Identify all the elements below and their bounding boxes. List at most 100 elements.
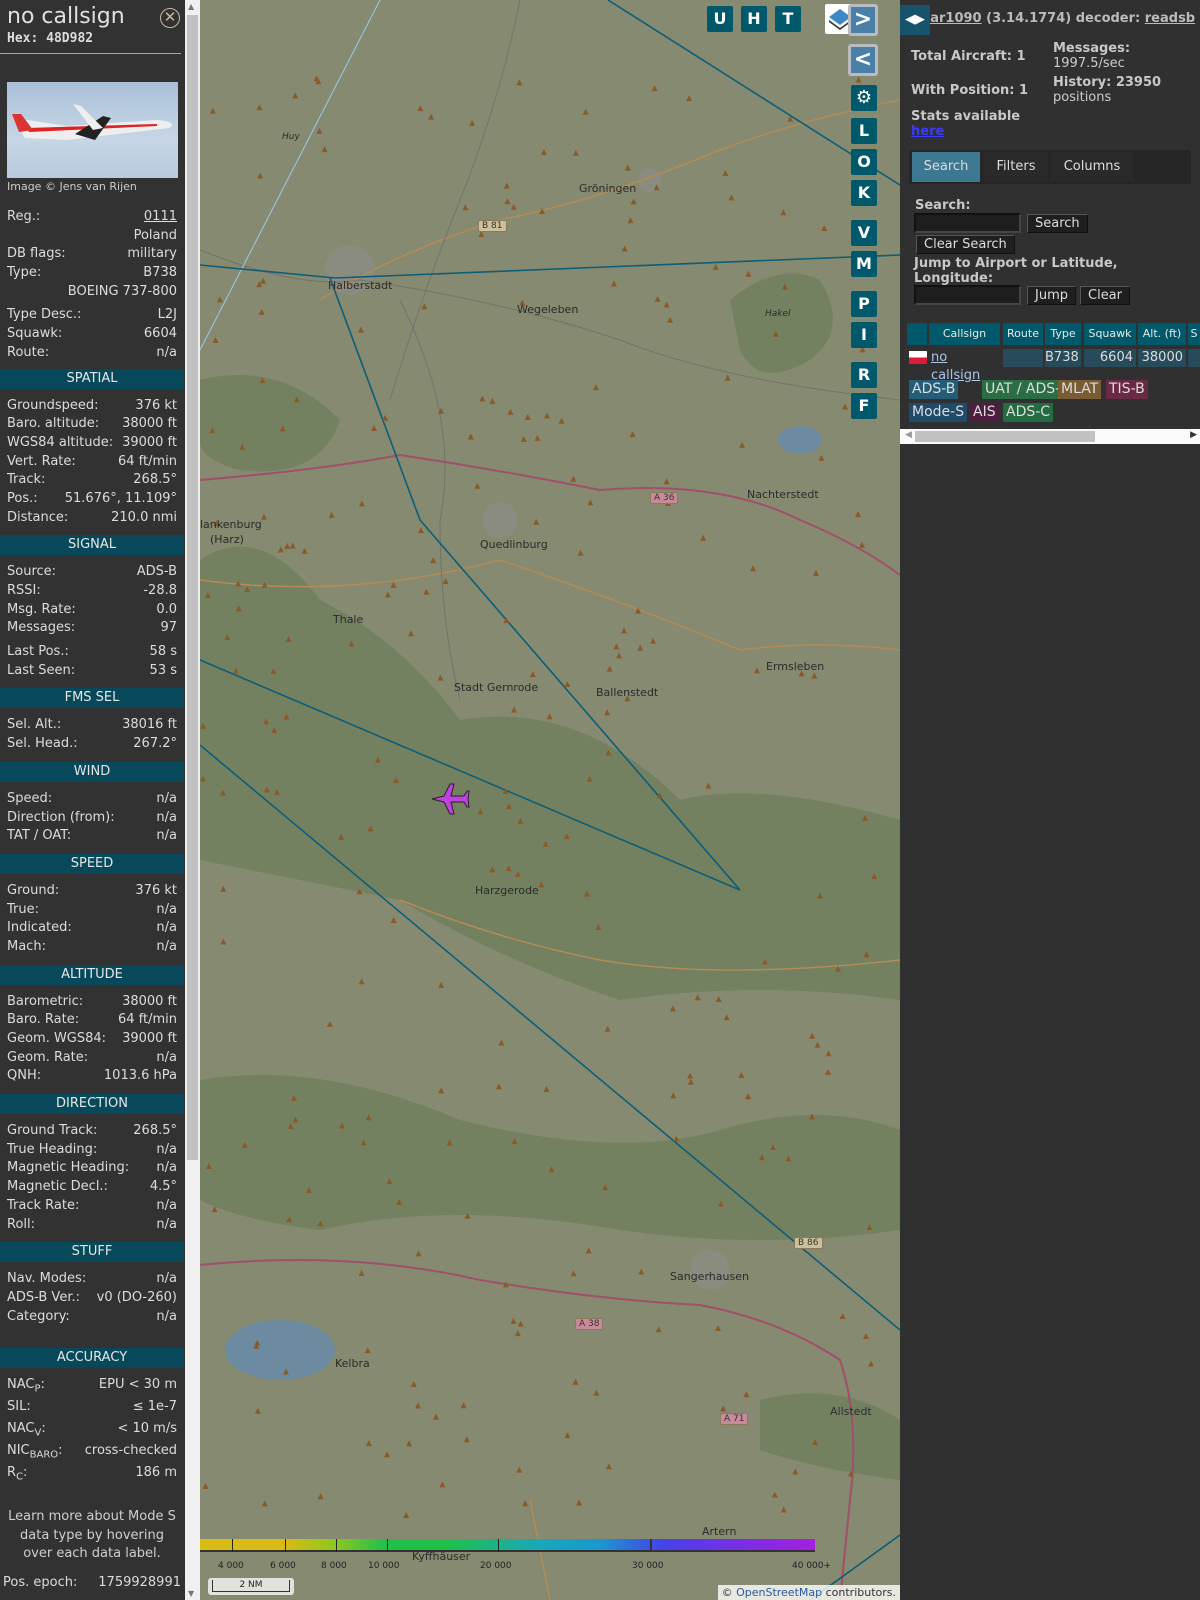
close-icon[interactable]: ✕ [160, 8, 180, 28]
detail-label[interactable]: Category: [7, 1308, 70, 1327]
toggle-t-button[interactable]: T [775, 6, 801, 32]
peak-icon [558, 417, 565, 424]
table-header-callsign[interactable]: Callsign [929, 323, 1000, 345]
clear-search-button[interactable]: Clear Search [916, 235, 1015, 254]
detail-label[interactable]: Nav. Modes: [7, 1270, 86, 1289]
toggle-f-button[interactable]: F [851, 393, 877, 419]
detail-row: Magnetic Decl.: 4.5° [0, 1178, 184, 1197]
detail-label[interactable]: NACV: [7, 1420, 46, 1442]
detail-label[interactable]: ADS-B Ver.: [7, 1289, 80, 1308]
detail-row: WGS84 altitude: 39000 ft [0, 434, 184, 453]
map[interactable]: Gröningen Halberstadt Wegeleben Quedlinb… [200, 0, 900, 1600]
detail-label[interactable]: Baro. altitude: [7, 415, 99, 434]
peak-icon [809, 1032, 816, 1039]
detail-label[interactable]: Roll: [7, 1216, 35, 1235]
detail-label[interactable]: Magnetic Decl.: [7, 1178, 108, 1197]
detail-label[interactable]: RC: [7, 1464, 27, 1486]
toggle-m-button[interactable]: M [851, 251, 877, 277]
detail-label[interactable]: Geom. WGS84: [7, 1030, 106, 1049]
table-header-flag[interactable] [907, 323, 927, 345]
toggle-v-button[interactable]: V [851, 220, 877, 246]
app-link[interactable]: tar1090 [924, 11, 982, 26]
clear-jump-button[interactable]: Clear [1080, 286, 1130, 305]
detail-label[interactable]: Baro. Rate: [7, 1011, 79, 1030]
search-input[interactable] [914, 213, 1021, 233]
next-button[interactable]: > [848, 4, 878, 36]
toggle-h-button[interactable]: H [741, 6, 767, 32]
detail-label[interactable]: Speed: [7, 790, 52, 809]
detail-label[interactable]: WGS84 altitude: [7, 434, 113, 453]
detail-label[interactable]: Mach: [7, 938, 46, 957]
peak-icon [780, 1506, 787, 1513]
toggle-k-button[interactable]: K [851, 180, 877, 206]
detail-value: 38000 ft [122, 416, 177, 432]
detail-label[interactable]: QNH: [7, 1067, 41, 1086]
jump-button[interactable]: Jump [1027, 286, 1076, 305]
registration-link[interactable]: 0111 [144, 208, 177, 227]
detail-label[interactable]: SIL: [7, 1398, 31, 1420]
detail-label[interactable]: Groundspeed: [7, 397, 98, 416]
settings-button[interactable]: ⚙ [851, 85, 877, 111]
cell-callsign[interactable]: no callsign [929, 349, 1000, 383]
detail-label[interactable]: Last Pos.: [7, 643, 69, 662]
prev-button[interactable]: < [848, 44, 878, 76]
detail-label[interactable]: True: [7, 901, 39, 920]
table-header-squawk[interactable]: Squawk [1084, 323, 1136, 345]
jump-input[interactable] [914, 285, 1021, 305]
detail-label[interactable]: Magnetic Heading: [7, 1159, 129, 1178]
detail-label[interactable]: NACP: [7, 1376, 45, 1398]
detail-label[interactable]: RSSI: [7, 582, 41, 601]
toggle-i-button[interactable]: I [851, 322, 877, 348]
detail-label[interactable]: TAT / OAT: [7, 827, 71, 846]
tab-filters[interactable]: Filters [984, 152, 1048, 182]
detail-label[interactable]: NICBARO: [7, 1442, 63, 1464]
details-scrollbar[interactable]: ▲ ▼ [185, 0, 200, 1600]
detail-label[interactable]: Ground Track: [7, 1122, 97, 1141]
tab-search[interactable]: Search [912, 152, 980, 182]
detail-label[interactable]: Track Rate: [7, 1197, 79, 1216]
detail-label[interactable]: Track: [7, 471, 45, 490]
table-header-altitude[interactable]: Alt. (ft) [1138, 323, 1186, 345]
detail-row: Track Rate: n/a [0, 1197, 184, 1216]
peak-icon [216, 296, 223, 303]
detail-label[interactable]: Barometric: [7, 993, 83, 1012]
table-header-type[interactable]: Type [1045, 323, 1081, 345]
detail-label[interactable]: Direction (from): [7, 809, 115, 828]
toggle-o-button[interactable]: O [851, 149, 877, 175]
detail-label[interactable]: Indicated: [7, 919, 72, 938]
toggle-u-button[interactable]: U [707, 6, 733, 32]
peak-icon [390, 916, 397, 923]
detail-label[interactable]: Ground: [7, 882, 59, 901]
peak-icon [403, 1511, 410, 1518]
decoder-link[interactable]: readsb [1145, 11, 1195, 26]
map-label-town: Harzgerode [475, 884, 539, 897]
detail-label[interactable]: True Heading: [7, 1141, 97, 1160]
jump-label: Jump to Airport or Latitude, Longitude: [914, 256, 1118, 286]
table-horizontal-scrollbar[interactable]: ◀ ▶ [900, 429, 1200, 444]
aircraft-marker[interactable] [430, 782, 470, 816]
detail-value: -28.8 [143, 583, 177, 598]
table-header-route[interactable]: Route [1003, 323, 1043, 345]
detail-label[interactable]: Last Seen: [7, 662, 75, 681]
detail-label[interactable]: Distance: [7, 509, 68, 528]
peak-icon [663, 478, 670, 485]
detail-label[interactable]: Source: [7, 563, 56, 582]
osm-link[interactable]: OpenStreetMap [736, 1586, 822, 1599]
detail-label[interactable]: Messages: [7, 619, 75, 638]
toggle-r-button[interactable]: R [851, 362, 877, 388]
detail-label[interactable]: Geom. Rate: [7, 1049, 88, 1068]
tab-columns[interactable]: Columns [1051, 152, 1133, 182]
detail-label[interactable]: Sel. Head.: [7, 735, 78, 754]
detail-row: Track: 268.5° [0, 471, 184, 490]
aircraft-photo[interactable] [7, 82, 178, 178]
table-header-speed[interactable]: S [1188, 323, 1200, 345]
detail-label[interactable]: Pos.: [7, 490, 38, 509]
stats-link[interactable]: here [911, 124, 944, 139]
search-button[interactable]: Search [1027, 214, 1088, 233]
toggle-l-button[interactable]: L [851, 118, 877, 144]
toggle-sidebar-button[interactable]: ◀▶ [900, 5, 930, 35]
detail-label[interactable]: Sel. Alt.: [7, 716, 61, 735]
toggle-p-button[interactable]: P [851, 291, 877, 317]
detail-label[interactable]: Vert. Rate: [7, 453, 76, 472]
detail-label[interactable]: Msg. Rate: [7, 601, 76, 620]
